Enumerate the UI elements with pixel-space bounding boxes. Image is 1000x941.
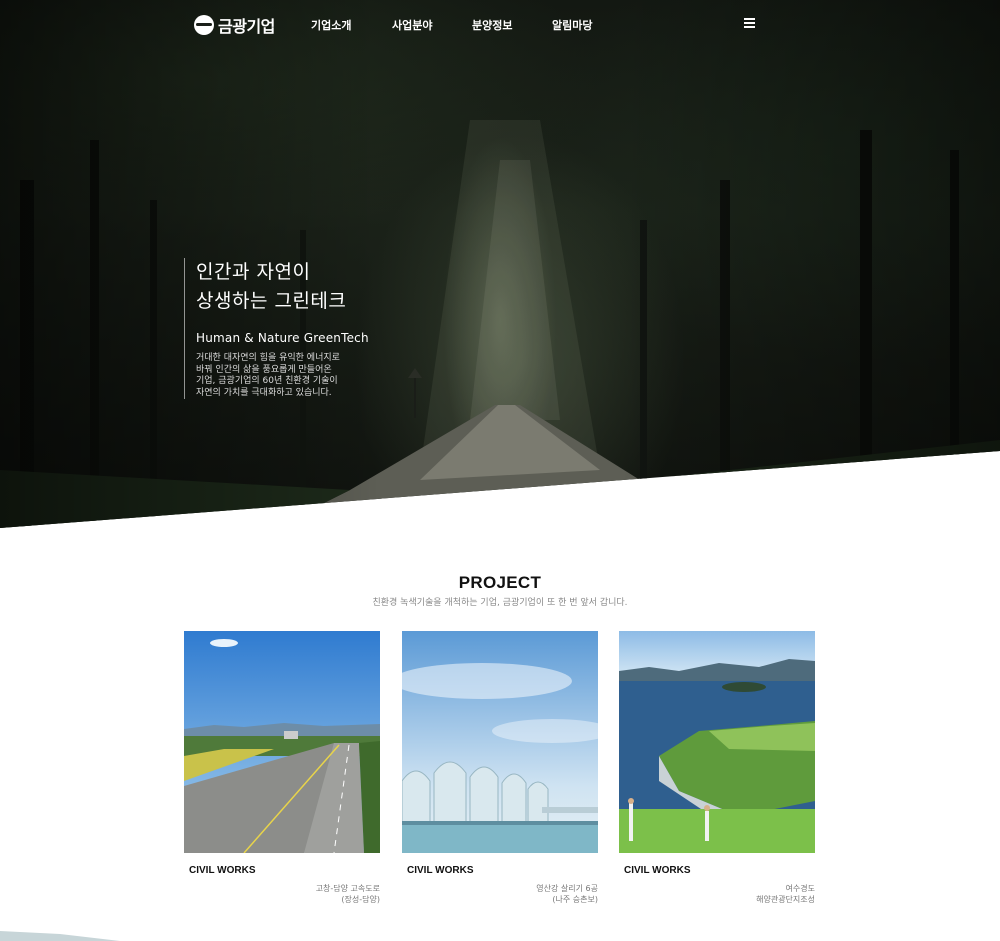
card-category: CIVIL WORKS (189, 865, 256, 876)
hero-copy: 인간과 자연이 상생하는 그린테크 Human & Nature GreenTe… (184, 258, 369, 399)
card-location: 고창-담양 고속도로 (장성-담양) (315, 884, 380, 904)
nav-item-business[interactable]: 사업분야 (392, 17, 432, 33)
bottom-decor-wave (0, 931, 120, 941)
project-card[interactable]: CIVIL WORKS 고창-담양 고속도로 (장성-담양) (184, 631, 380, 911)
hero-subtitle: Human & Nature GreenTech (196, 331, 369, 345)
card-location: 여수경도 해양관광단지조성 (756, 884, 815, 904)
card-category: CIVIL WORKS (624, 865, 691, 876)
project-card[interactable]: CIVIL WORKS 영산강 살리기 6공 (나주 승촌보) (392, 631, 612, 911)
card-category: CIVIL WORKS (407, 865, 474, 876)
section-description: 친환경 녹색기술을 개척하는 기업, 금광기업이 또 한 번 앞서 갑니다. (372, 598, 628, 608)
highway-photo (184, 631, 380, 854)
top-navigation: 금광기업 기업소개 사업분야 분양정보 알림마당 (0, 0, 1000, 48)
brand-name: 금광기업 (218, 17, 275, 36)
nav-item-notice[interactable]: 알림마당 (552, 17, 592, 33)
hero-title: 인간과 자연이 상생하는 그린테크 (196, 261, 347, 312)
section-title: PROJECT (458, 573, 542, 592)
hero-description: 거대한 대자연의 힘을 유익한 에너지로 바꿔 인간의 삶을 풍요롭게 만들어온… (196, 353, 340, 398)
project-card[interactable]: CIVIL WORKS 여수경도 해양관광단지조성 (619, 631, 815, 911)
nav-item-company[interactable]: 기업소개 (311, 17, 351, 33)
nav-item-sales[interactable]: 분양정보 (472, 17, 512, 33)
hamburger-icon[interactable] (744, 18, 755, 29)
brand-logo[interactable]: 금광기업 (194, 13, 275, 37)
card-location: 영산강 살리기 6공 (나주 승촌보) (536, 884, 598, 904)
logo-mark-icon (194, 15, 214, 35)
hero-banner (0, 0, 1000, 528)
weir-photo (392, 631, 612, 853)
coastal-golf-photo (619, 631, 815, 853)
